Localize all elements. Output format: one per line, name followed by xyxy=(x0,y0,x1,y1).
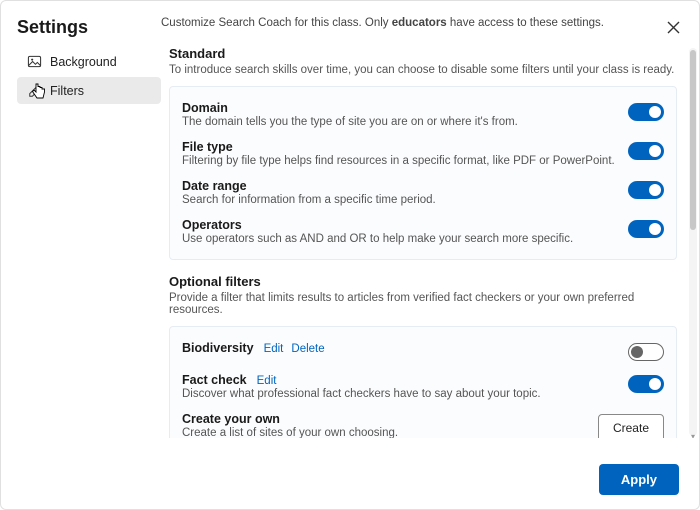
filter-title: Domain xyxy=(182,101,618,115)
filter-desc: The domain tells you the type of site yo… xyxy=(182,116,618,128)
scrollbar-track[interactable] xyxy=(689,48,697,436)
section-desc-optional: Provide a filter that limits results to … xyxy=(169,292,677,316)
scrollbar-arrow-down-icon[interactable]: ▾ xyxy=(689,432,697,438)
filter-row-biodiversity: Biodiversity Edit Delete xyxy=(182,335,664,367)
filter-title: Fact check Edit xyxy=(182,373,618,387)
filter-title: Date range xyxy=(182,179,618,193)
section-heading-standard: Standard xyxy=(169,46,677,61)
filter-row-createown: Create your own Create a list of sites o… xyxy=(182,406,664,438)
filter-title: File type xyxy=(182,140,618,154)
edit-link[interactable]: Edit xyxy=(257,375,277,387)
section-desc-standard: To introduce search skills over time, yo… xyxy=(169,64,677,76)
filter-row-domain: Domain The domain tells you the type of … xyxy=(182,95,664,134)
close-button[interactable] xyxy=(663,17,683,37)
create-button[interactable]: Create xyxy=(598,414,664,438)
toggle-biodiversity[interactable] xyxy=(628,343,664,361)
toggle-daterange[interactable] xyxy=(628,181,664,199)
filter-desc: Create a list of sites of your own choos… xyxy=(182,427,588,438)
cursor-hand-icon xyxy=(31,83,47,99)
toggle-operators[interactable] xyxy=(628,220,664,238)
page-title: Settings xyxy=(17,17,161,38)
filter-row-operators: Operators Use operators such as AND and … xyxy=(182,212,664,251)
filter-title: Create your own xyxy=(182,412,588,426)
optional-filters-card: Biodiversity Edit Delete Fact check xyxy=(169,326,677,438)
standard-filters-card: Domain The domain tells you the type of … xyxy=(169,86,677,260)
filter-desc: Filtering by file type helps find resour… xyxy=(182,155,618,167)
close-icon xyxy=(667,21,680,34)
toggle-filetype[interactable] xyxy=(628,142,664,160)
page-subtitle: Customize Search Coach for this class. O… xyxy=(161,17,663,29)
main-content: Standard To introduce search skills over… xyxy=(161,46,699,438)
edit-link[interactable]: Edit xyxy=(264,343,284,355)
toggle-domain[interactable] xyxy=(628,103,664,121)
toggle-factcheck[interactable] xyxy=(628,375,664,393)
delete-link[interactable]: Delete xyxy=(291,343,324,355)
filter-desc: Use operators such as AND and OR to help… xyxy=(182,233,618,245)
sidebar-item-label: Filters xyxy=(50,84,84,98)
image-icon xyxy=(27,54,42,69)
apply-button[interactable]: Apply xyxy=(599,464,679,495)
sidebar-item-filters[interactable]: Filters xyxy=(17,77,161,104)
filter-desc: Search for information from a specific t… xyxy=(182,194,618,206)
filter-row-filetype: File type Filtering by file type helps f… xyxy=(182,134,664,173)
sidebar: Background Filters xyxy=(17,46,161,438)
scrollbar-thumb[interactable] xyxy=(690,50,696,230)
filter-title: Operators xyxy=(182,218,618,232)
filter-desc: Discover what professional fact checkers… xyxy=(182,388,618,400)
filter-row-daterange: Date range Search for information from a… xyxy=(182,173,664,212)
filter-row-factcheck: Fact check Edit Discover what profession… xyxy=(182,367,664,406)
sidebar-item-background[interactable]: Background xyxy=(17,48,161,75)
sidebar-item-label: Background xyxy=(50,55,117,69)
filter-title: Biodiversity Edit Delete xyxy=(182,341,618,355)
section-heading-optional: Optional filters xyxy=(169,274,677,289)
